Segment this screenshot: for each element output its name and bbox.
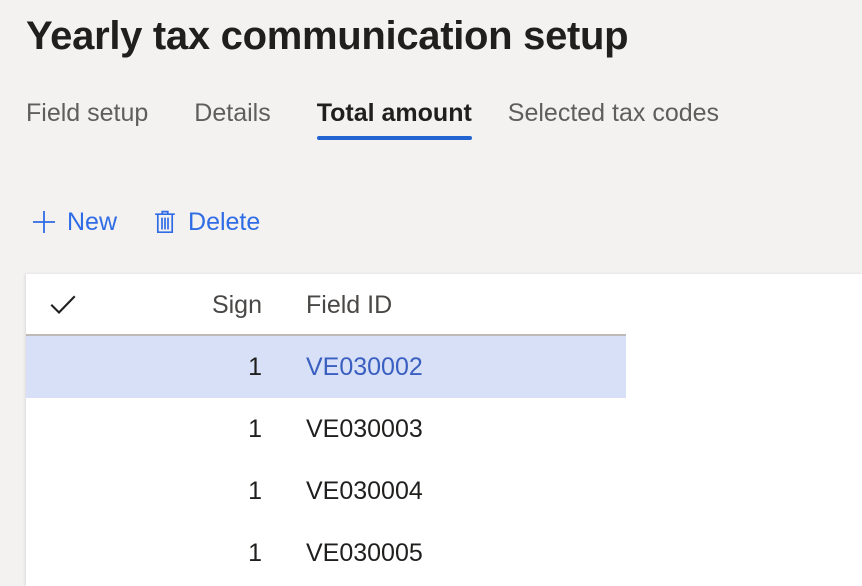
table-row[interactable]: 1 VE030002 xyxy=(26,336,862,398)
column-header-field-id[interactable]: Field ID xyxy=(306,290,392,320)
tab-label: Total amount xyxy=(316,99,472,127)
page-title: Yearly tax communication setup xyxy=(26,14,629,58)
grid-header-row: Sign Field ID xyxy=(26,274,862,336)
new-button-label: New xyxy=(67,208,118,236)
delete-button-label: Delete xyxy=(188,208,261,236)
trash-icon xyxy=(151,208,179,236)
select-all-checkmark-icon[interactable] xyxy=(46,288,80,322)
tab-label: Details xyxy=(194,99,271,127)
plus-icon xyxy=(30,208,58,236)
cell-sign: 1 xyxy=(248,539,262,567)
tab-selected-tax-codes[interactable]: Selected tax codes xyxy=(508,96,743,130)
tab-label: Selected tax codes xyxy=(507,99,720,127)
cell-field-id[interactable]: VE030004 xyxy=(306,476,423,506)
cell-field-id[interactable]: VE030003 xyxy=(306,414,423,444)
data-grid: Sign Field ID 1 VE030002 1 VE030003 1 VE… xyxy=(26,274,862,586)
cell-sign: 1 xyxy=(248,415,262,443)
tab-details[interactable]: Details xyxy=(194,96,294,130)
tabstrip: Field setup Details Total amount Selecte… xyxy=(26,96,743,148)
cell-sign: 1 xyxy=(248,477,262,505)
active-tab-indicator xyxy=(316,136,472,140)
table-row[interactable]: 1 VE030004 xyxy=(26,460,862,522)
delete-button[interactable]: Delete xyxy=(151,207,260,237)
page-root: Yearly tax communication setup Field set… xyxy=(0,0,862,586)
cell-sign: 1 xyxy=(248,353,262,381)
column-header-sign[interactable]: Sign xyxy=(144,290,262,320)
toolbar: New Delete xyxy=(30,198,260,246)
tab-label: Field setup xyxy=(26,99,149,127)
cell-field-id[interactable]: VE030005 xyxy=(306,538,423,568)
tab-total-amount[interactable]: Total amount xyxy=(316,96,472,140)
new-button[interactable]: New xyxy=(30,207,117,237)
tab-field-setup[interactable]: Field setup xyxy=(26,96,172,130)
table-row[interactable]: 1 VE030003 xyxy=(26,398,862,460)
cell-field-id[interactable]: VE030002 xyxy=(306,352,423,382)
table-row[interactable]: 1 VE030005 xyxy=(26,522,862,584)
